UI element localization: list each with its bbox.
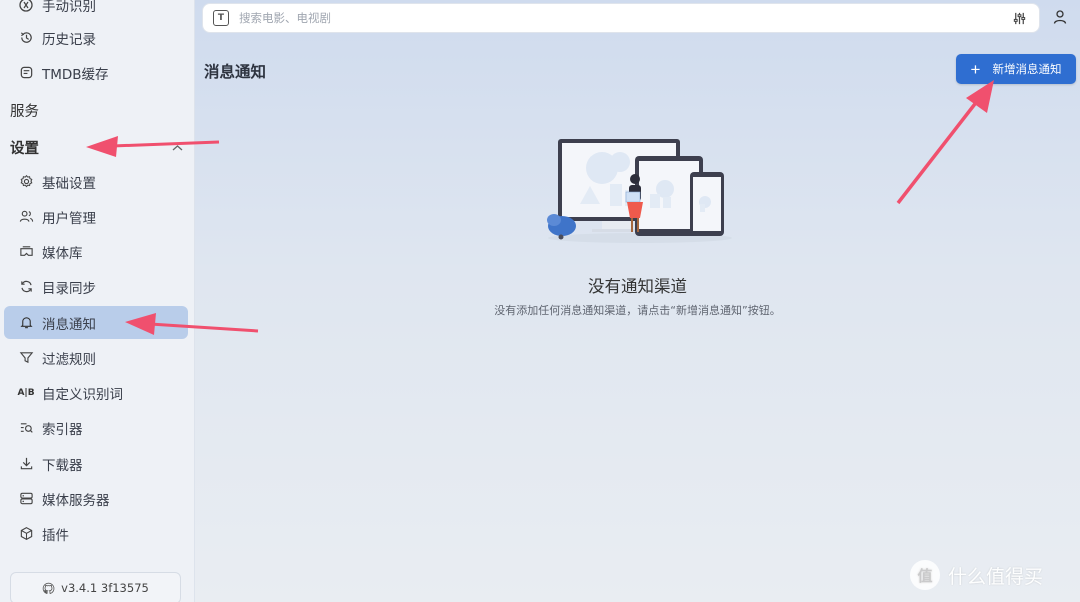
sidebar-item-user-management[interactable]: 用户管理: [4, 200, 188, 233]
sidebar-item-label: 过滤规则: [42, 351, 96, 368]
add-button-label: 新增消息通知: [992, 64, 1062, 76]
cache-icon: [18, 65, 34, 81]
sidebar-item-basic-settings[interactable]: 基础设置: [4, 165, 188, 198]
sidebar-item-label: 基础设置: [42, 175, 96, 192]
bell-icon: [18, 315, 34, 331]
version-text: v3.4.1 3f13575: [61, 581, 149, 595]
media-library-icon: [18, 244, 34, 260]
watermark-logo-icon: 值: [910, 560, 940, 590]
watermark: 值 什么值得买: [910, 560, 1043, 590]
sidebar-item-history[interactable]: 历史记录: [4, 21, 188, 54]
download-icon: [18, 456, 34, 472]
sidebar-item-downloader[interactable]: 下载器: [4, 447, 188, 480]
user-icon[interactable]: [1052, 9, 1068, 29]
section-services[interactable]: 服务: [10, 100, 39, 121]
users-icon: [18, 209, 34, 225]
sidebar-item-label: 用户管理: [42, 210, 96, 227]
sidebar-item-label: TMDB缓存: [42, 66, 109, 83]
ab-icon: A|B: [17, 387, 35, 398]
sidebar-item-indexer[interactable]: 索引器: [4, 411, 188, 444]
sidebar-item-label: 自定义识别词: [42, 386, 123, 403]
sidebar-item-label: 手动识别: [42, 0, 96, 15]
filter-settings-icon[interactable]: [1012, 11, 1027, 30]
plus-icon: +: [970, 59, 981, 79]
sidebar-item-label: 媒体库: [42, 245, 83, 262]
sync-icon: [18, 279, 34, 295]
sidebar-item-media-library[interactable]: 媒体库: [4, 235, 188, 268]
watermark-text: 什么值得买: [948, 565, 1044, 588]
sidebar-item-custom-words[interactable]: A|B 自定义识别词: [4, 376, 188, 409]
section-settings[interactable]: 设置: [10, 137, 39, 158]
manual-recognize-icon: [18, 0, 34, 13]
empty-state-title: 没有通知渠道: [588, 277, 687, 296]
sidebar-item-label: 媒体服务器: [42, 492, 110, 509]
sidebar-item-directory-sync[interactable]: 目录同步: [4, 270, 188, 303]
plugin-icon: [18, 526, 34, 542]
sidebar-item-label: 索引器: [42, 421, 83, 438]
sidebar-item-plugins[interactable]: 插件: [4, 517, 188, 550]
search-input[interactable]: [239, 11, 999, 25]
sidebar-item-label: 下载器: [42, 457, 83, 474]
search-bar[interactable]: T: [202, 3, 1040, 33]
sidebar-item-tmdb-cache[interactable]: TMDB缓存: [4, 56, 188, 89]
sidebar: 手动识别 历史记录 TMDB缓存 服务 设置 基础设置 用户管理 媒体库 目录同…: [0, 0, 195, 602]
sidebar-item-media-server[interactable]: 媒体服务器: [4, 482, 188, 515]
github-icon: [42, 582, 55, 595]
filter-icon: [18, 350, 34, 366]
empty-state-description: 没有添加任何消息通知渠道，请点击“新增消息通知”按钮。: [494, 304, 781, 317]
sidebar-item-label: 插件: [42, 527, 69, 544]
sidebar-item-label: 消息通知: [42, 316, 96, 333]
sidebar-item-manual-recognition[interactable]: 手动识别: [4, 0, 188, 21]
page-title: 消息通知: [204, 63, 267, 81]
history-icon: [18, 30, 34, 46]
annotation-arrow-add-button: [896, 80, 994, 205]
gear-icon: [18, 174, 34, 190]
sidebar-item-label: 目录同步: [42, 280, 96, 297]
add-notification-button[interactable]: + 新增消息通知: [956, 54, 1076, 84]
empty-state-illustration: [540, 134, 740, 250]
sidebar-item-label: 历史记录: [42, 31, 96, 48]
media-type-icon[interactable]: T: [213, 10, 229, 26]
sidebar-item-notifications[interactable]: 消息通知: [4, 306, 188, 339]
sidebar-item-filter-rules[interactable]: 过滤规则: [4, 341, 188, 374]
chevron-up-icon[interactable]: [172, 142, 183, 155]
server-icon: [18, 491, 34, 507]
version-badge[interactable]: v3.4.1 3f13575: [10, 572, 181, 602]
indexer-icon: [18, 420, 34, 436]
